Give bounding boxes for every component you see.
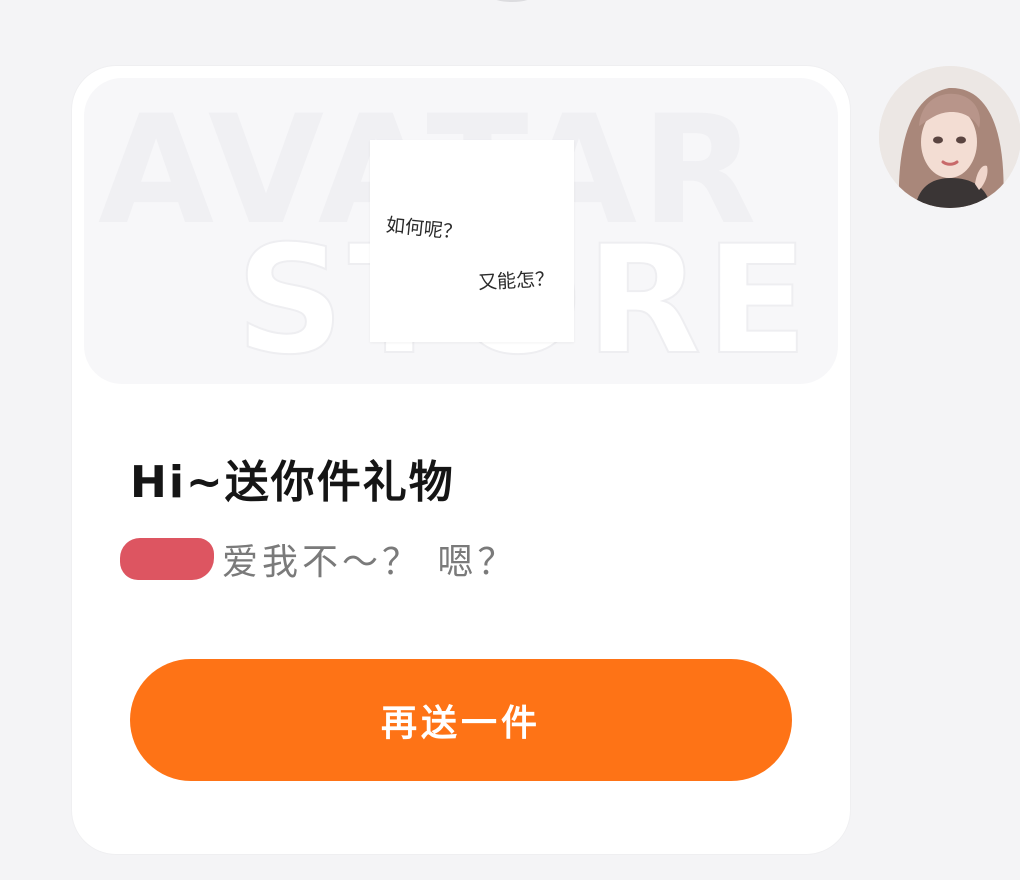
top-handle <box>490 0 534 2</box>
redacted-name <box>120 538 214 580</box>
note-line-1: 如何呢？ <box>384 214 463 244</box>
note-card: 如何呢？ 又能怎？ <box>370 140 574 342</box>
gift-title: Hi~送你件礼物 <box>130 457 455 508</box>
gift-image-banner: AVATAR STORE 如何呢？ 又能怎？ <box>84 78 838 384</box>
note-line-2: 又能怎？ <box>477 268 555 294</box>
gift-message: 爱我不～？ 嗯？ <box>120 534 517 584</box>
gift-card: AVATAR STORE 如何呢？ 又能怎？ Hi~送你件礼物 爱我不～？ 嗯？… <box>72 66 850 854</box>
send-another-button[interactable]: 再送一件 <box>130 659 792 781</box>
avatar[interactable] <box>879 66 1020 208</box>
gift-message-text: 爱我不～？ 嗯？ <box>222 542 518 583</box>
avatar-portrait-icon <box>879 66 1020 208</box>
